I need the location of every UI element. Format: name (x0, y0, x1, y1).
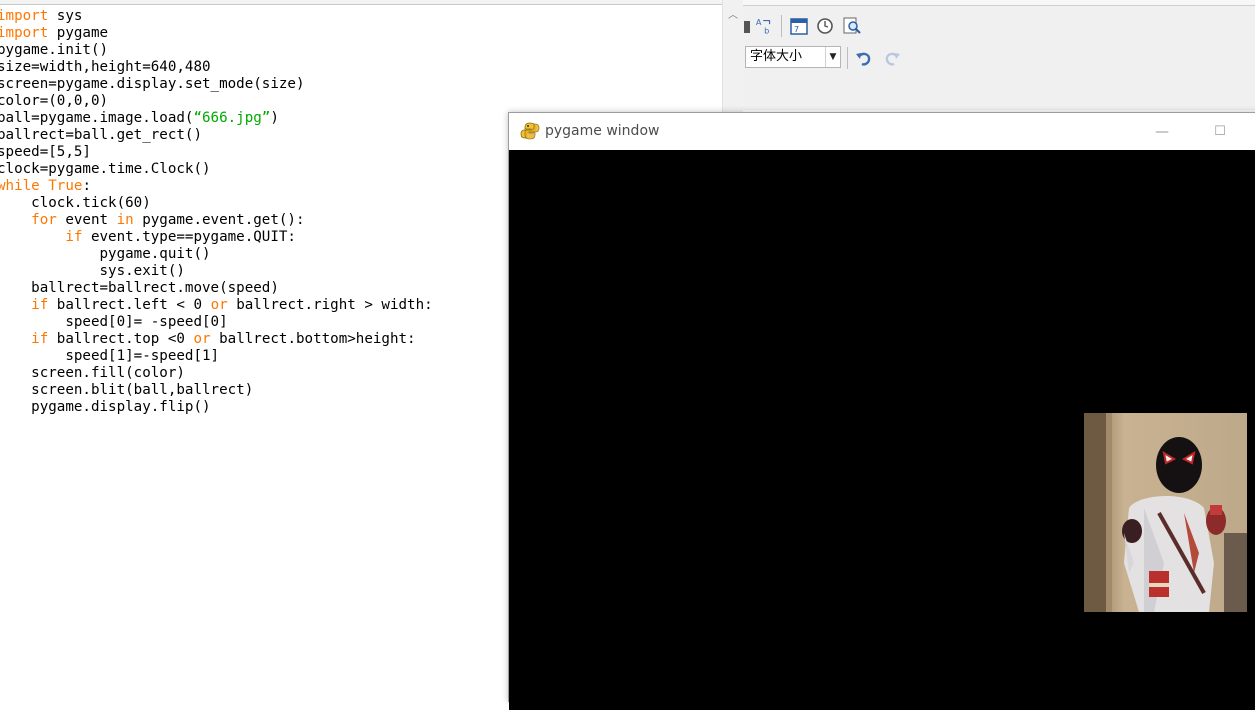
pygame-canvas[interactable] (509, 150, 1255, 710)
toolbar-separator (847, 47, 848, 69)
code-line[interactable]: color=(0,0,0) (0, 93, 433, 110)
code-line[interactable]: import sys (0, 8, 433, 25)
ball-image (1084, 413, 1247, 612)
replace-icon[interactable]: A b (755, 16, 775, 36)
code-line[interactable]: ballrect=ballrect.move(speed) (0, 280, 433, 297)
maximize-icon: ☐ (1214, 124, 1226, 139)
code-token: screen.fill(color) (0, 365, 185, 381)
code-line[interactable]: pygame.init() (0, 42, 433, 59)
font-size-select[interactable]: 字体大小 ▼ (745, 46, 841, 68)
code-token: clock=pygame.time.Clock() (0, 161, 211, 177)
code-token: speed[0]= -speed[0] (0, 314, 228, 330)
code-line[interactable]: screen.blit(ball,ballrect) (0, 382, 433, 399)
code-line[interactable]: import pygame (0, 25, 433, 42)
redo-icon[interactable] (882, 48, 902, 68)
code-token: speed=[5,5] (0, 144, 91, 160)
code-token: color=(0,0,0) (0, 93, 109, 109)
code-token: event.type==pygame.QUIT: (82, 229, 296, 245)
code-line[interactable]: ball=pygame.image.load(“666.jpg”) (0, 110, 433, 127)
code-token: ballrect.left < 0 (48, 297, 211, 313)
pygame-window[interactable]: pygame window — ☐ (508, 112, 1255, 710)
code-line[interactable]: clock.tick(60) (0, 195, 433, 212)
code-line[interactable]: pygame.display.flip() (0, 399, 433, 416)
code-line[interactable]: screen.fill(color) (0, 365, 433, 382)
code-keyword: True (48, 178, 83, 194)
svg-text:7: 7 (794, 25, 799, 34)
code-line[interactable]: if ballrect.left < 0 or ballrect.right >… (0, 297, 433, 314)
code-token: ballrect.right > width: (227, 297, 433, 313)
code-token: screen.blit(ball,ballrect) (0, 382, 254, 398)
code-line[interactable]: if ballrect.top <0 or ballrect.bottom>he… (0, 331, 433, 348)
undo-icon[interactable] (854, 48, 874, 68)
code-keyword: or (210, 297, 228, 313)
code-token: ballrect=ballrect.move(speed) (0, 280, 279, 296)
minimize-button[interactable]: — (1139, 113, 1185, 150)
code-line[interactable]: size=width,height=640,480 (0, 59, 433, 76)
code-keyword: if (31, 331, 49, 347)
code-token: pygame (48, 25, 109, 41)
code-text[interactable]: import sys import pygame pygame.init() size… (0, 8, 433, 416)
code-token: ball=pygame.image.load( (0, 110, 194, 126)
code-token: ballrect.bottom>height: (210, 331, 416, 347)
maximize-button[interactable]: ☐ (1197, 113, 1243, 150)
binoculars-icon[interactable] (737, 17, 757, 37)
code-line[interactable]: while True: (0, 178, 433, 195)
svg-text:b: b (764, 25, 769, 35)
code-line[interactable]: ballrect=ball.get_rect() (0, 127, 433, 144)
code-token: ) (270, 110, 279, 126)
code-keyword: if (65, 229, 83, 245)
code-token: sys (48, 8, 83, 24)
code-line[interactable]: for event in pygame.event.get(): (0, 212, 433, 229)
code-keyword: in (116, 212, 134, 228)
python-snake-icon (520, 121, 540, 141)
code-token: ballrect.top <0 (48, 331, 194, 347)
code-token: event (56, 212, 117, 228)
code-token: pygame.quit() (0, 246, 211, 262)
font-size-select-value: 字体大小 (750, 49, 803, 64)
code-keyword: while (0, 178, 40, 194)
code-string: “666.jpg” (193, 110, 271, 126)
code-keyword: import (0, 25, 49, 41)
code-token: : (82, 178, 91, 194)
code-keyword: or (193, 331, 211, 347)
code-token: sys.exit() (0, 263, 185, 279)
code-line[interactable]: speed=[5,5] (0, 144, 433, 161)
code-line[interactable]: speed[0]= -speed[0] (0, 314, 433, 331)
calendar-icon[interactable]: 7 (789, 16, 809, 36)
code-line[interactable]: sys.exit() (0, 263, 433, 280)
code-token: pygame.event.get(): (133, 212, 305, 228)
pygame-titlebar[interactable]: pygame window — ☐ (509, 113, 1255, 150)
code-token: screen=pygame.display.set_mode(size) (0, 76, 305, 92)
code-token: size=width,height=640,480 (0, 59, 211, 75)
code-token: clock.tick(60) (0, 195, 151, 211)
chevron-down-icon[interactable]: ▼ (825, 47, 840, 67)
svg-text:A: A (756, 17, 762, 27)
code-line[interactable]: screen=pygame.display.set_mode(size) (0, 76, 433, 93)
editor-header-strip (0, 0, 722, 5)
code-keyword: for (31, 212, 57, 228)
code-token: pygame.display.flip() (0, 399, 211, 415)
window-title: pygame window (545, 123, 660, 139)
code-keyword: if (31, 297, 49, 313)
code-keyword: import (0, 8, 49, 24)
background-app: A b 7 字体大小 ▼ (743, 0, 1255, 110)
minimize-icon: — (1155, 123, 1169, 140)
code-line[interactable]: pygame.quit() (0, 246, 433, 263)
code-token: ballrect=ball.get_rect() (0, 127, 202, 143)
preview-icon[interactable] (842, 16, 862, 36)
code-token: pygame.init() (0, 42, 109, 58)
clock-icon[interactable] (815, 16, 835, 36)
background-app-title-strip (743, 0, 1255, 6)
code-token: speed[1]=-speed[1] (0, 348, 220, 364)
toolbar-separator (781, 15, 782, 37)
code-line[interactable]: clock=pygame.time.Clock() (0, 161, 433, 178)
code-line[interactable]: if event.type==pygame.QUIT: (0, 229, 433, 246)
code-line[interactable]: speed[1]=-speed[1] (0, 348, 433, 365)
